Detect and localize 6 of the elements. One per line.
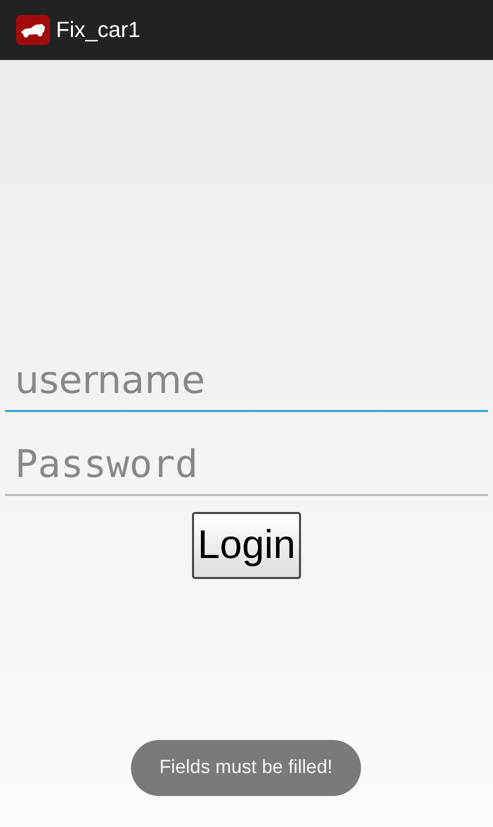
app-title: Fix_car1 — [56, 17, 140, 43]
login-button[interactable]: Login — [192, 512, 302, 579]
toast-message: Fields must be filled! — [131, 740, 361, 796]
input-field[interactable]: username — [5, 350, 488, 412]
input-field[interactable]: Password — [5, 434, 488, 496]
car-icon — [16, 15, 50, 45]
